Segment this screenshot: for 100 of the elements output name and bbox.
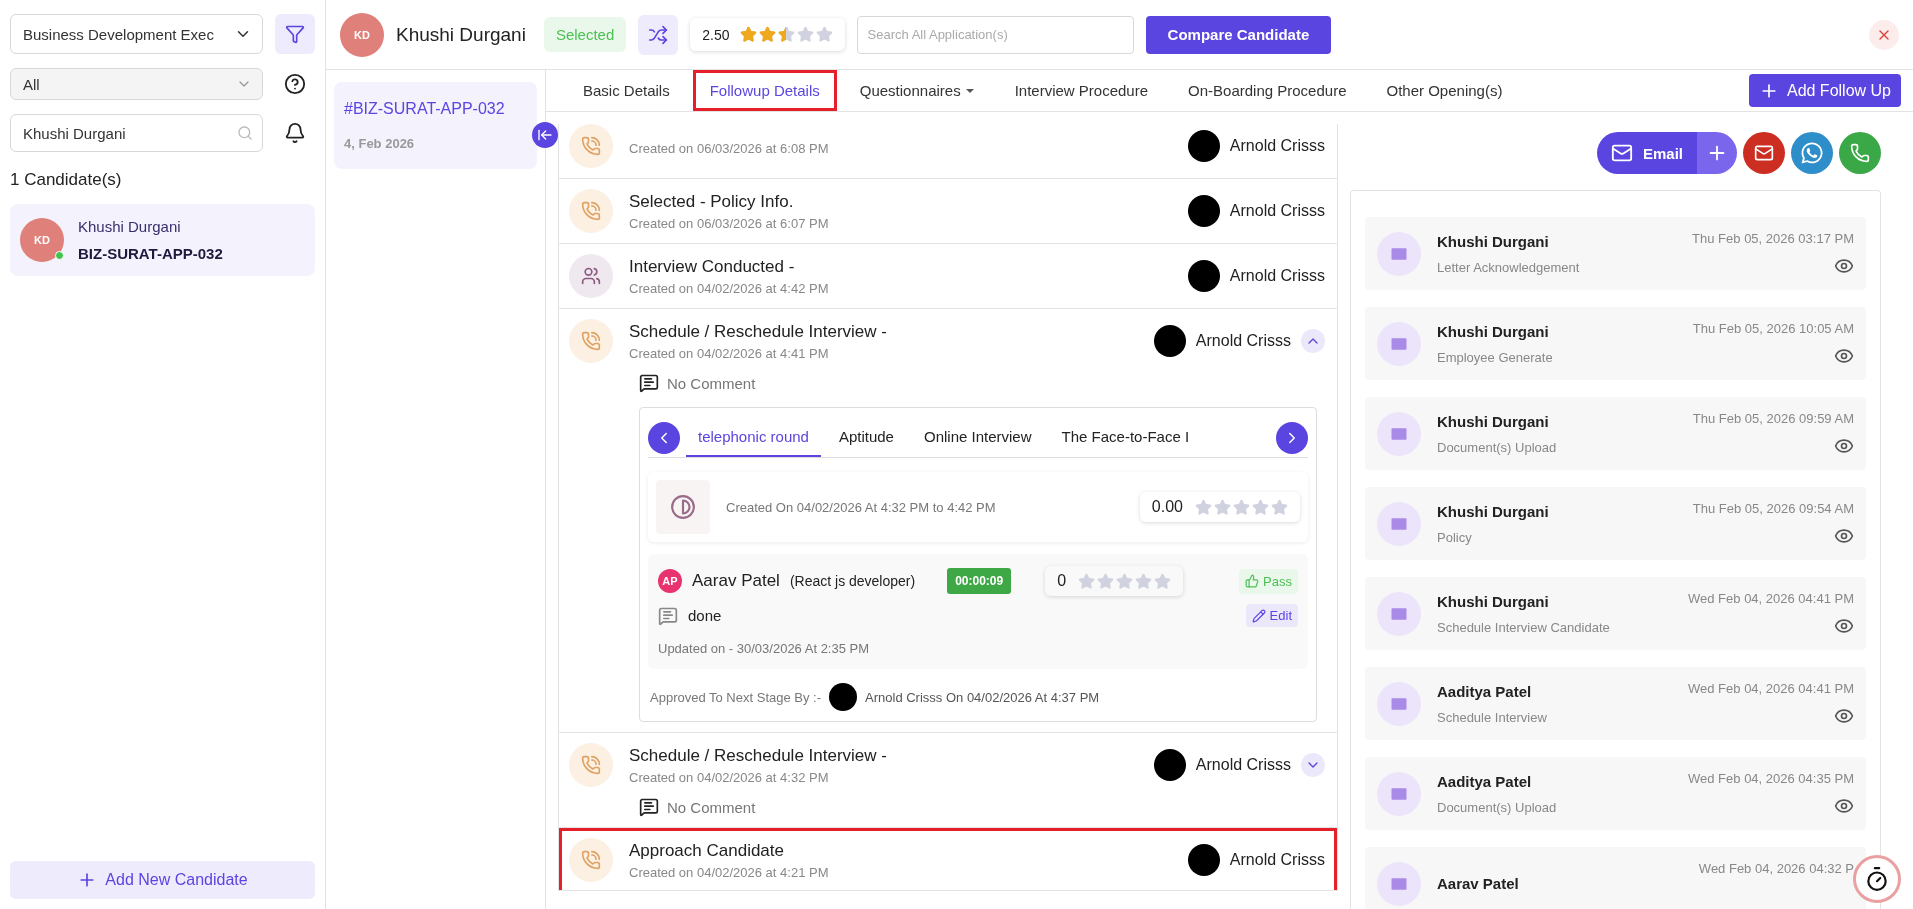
comment-icon	[639, 373, 659, 393]
status-select[interactable]: All	[10, 68, 263, 100]
candidate-name: Khushi Durgani	[78, 218, 182, 235]
email-card[interactable]: Aaditya Patel Document(s) Upload Wed Feb 04, 2026 04:35 PM	[1365, 757, 1866, 830]
search-field[interactable]: Khushi Durgani	[10, 114, 263, 152]
view-icon[interactable]	[1834, 256, 1854, 276]
updated-time: Updated on - 30/03/2026 At 2:35 PM	[658, 641, 870, 656]
application-search-field[interactable]: Search All Application(s)	[856, 15, 1134, 54]
view-icon[interactable]	[1834, 616, 1854, 636]
collapse-button[interactable]	[532, 122, 558, 148]
round-tab[interactable]: The Face-to-Face I	[1049, 418, 1202, 457]
view-icon[interactable]	[1834, 526, 1854, 546]
next-button[interactable]	[1276, 421, 1308, 454]
round-tab[interactable]: Online Interview	[911, 418, 1044, 457]
avatar-photo	[1187, 844, 1220, 876]
sender-name: Khushi Durgani	[1437, 502, 1549, 520]
email-card[interactable]: Aaditya Patel Schedule Interview Wed Feb 04, 2026 04:41 PM	[1365, 667, 1866, 740]
tab[interactable]: Other Opening(s)	[1369, 70, 1520, 111]
email-card[interactable]: Aarav Patel Wed Feb 04, 2026 04:32 P	[1365, 847, 1866, 909]
email-date: Wed Feb 04, 2026 04:32 P	[1698, 861, 1854, 876]
tab[interactable]: Questionnaires	[842, 70, 992, 111]
application-date: 4, Feb 2026	[344, 136, 416, 151]
shuffle-icon	[648, 24, 669, 45]
phone-call-icon	[569, 743, 613, 787]
view-icon[interactable]	[1834, 706, 1854, 726]
email-card[interactable]: Khushi Durgani Employee Generate Thu Feb 05, 2026 10:05 AM	[1365, 307, 1866, 380]
email-date: Thu Feb 05, 2026 09:59 AM	[1692, 411, 1854, 426]
author-name: Arnold Crisss	[1229, 202, 1325, 220]
email-card[interactable]: Khushi Durgani Policy Thu Feb 05, 2026 09:54 AM	[1365, 487, 1866, 560]
search-icon	[237, 125, 253, 141]
shuffle-button[interactable]	[638, 14, 679, 55]
star-icon	[1135, 572, 1153, 590]
email-subject: Document(s) Upload	[1437, 439, 1557, 455]
phone-call-icon	[569, 189, 613, 233]
email-card[interactable]: Khushi Durgani Schedule Interview Candidate Wed Feb 04, 2026 04:41 PM	[1365, 577, 1866, 650]
session-time: Created On 04/02/2026 At 4:32 PM to 4:42 PM	[726, 499, 996, 515]
sender-name: Khushi Durgani	[1437, 412, 1550, 430]
item-date: Created on 04/02/2026 at 4:42 PM	[629, 280, 829, 296]
item-date: Created on 04/02/2026 at 4:21 PM	[629, 864, 829, 880]
phone-button[interactable]	[1839, 132, 1881, 174]
round-tab[interactable]: Aptitude	[826, 418, 906, 457]
sender-name: Khushi Durgani	[1437, 322, 1550, 340]
status-badge: Selected	[543, 17, 627, 52]
item-date: Created on 06/03/2026 at 6:08 PM	[629, 140, 829, 156]
tab[interactable]: Basic Details	[566, 70, 687, 111]
item-date: Created on 04/02/2026 at 4:41 PM	[629, 345, 830, 361]
tab[interactable]: Followup Details	[692, 70, 837, 111]
rating-value: 0.00	[1151, 498, 1183, 516]
comment-icon	[658, 605, 678, 626]
star-icon	[1116, 572, 1134, 590]
email-subject: Schedule Interview Candidate	[1437, 619, 1610, 635]
author-name: Arnold Crisss	[1229, 851, 1325, 869]
phone-call-icon	[569, 319, 613, 363]
stopwatch-icon	[1864, 866, 1890, 892]
star-icon	[1195, 498, 1212, 516]
view-icon[interactable]	[1834, 436, 1854, 456]
candidate-count: 1 Candidate(s)	[10, 170, 123, 190]
email-date: Wed Feb 04, 2026 04:35 PM	[1688, 771, 1854, 786]
candidate-card[interactable]: KD Khushi Durgani BIZ-SURAT-APP-032	[10, 204, 315, 276]
phone-icon	[1850, 143, 1870, 163]
view-icon[interactable]	[1834, 346, 1854, 366]
position-select[interactable]: Business Development Exec	[10, 14, 263, 54]
email-card[interactable]: Khushi Durgani Letter Acknowledgement Thu Feb 05, 2026 03:17 PM	[1365, 217, 1866, 290]
email-button[interactable]: Email	[1596, 132, 1697, 174]
add-button[interactable]	[1697, 132, 1737, 174]
avatar-photo	[1153, 325, 1186, 357]
tab[interactable]: Interview Procedure	[997, 70, 1166, 111]
email-subject: Document(s) Upload	[1437, 799, 1557, 815]
email-date: Thu Feb 05, 2026 09:54 AM	[1692, 501, 1854, 516]
candidate-avatar: KD	[340, 12, 384, 57]
compare-candidate-button[interactable]: Compare Candidate	[1145, 15, 1332, 54]
author-name: Arnold Crisss	[1195, 756, 1291, 774]
sender-name: Aaditya Patel	[1437, 772, 1533, 790]
item-title: Approach Candidate	[629, 840, 785, 861]
approved-label: Approved To Next Stage By :-	[650, 689, 822, 705]
avatar-photo	[1187, 195, 1220, 227]
add-follow-up-button[interactable]: Add Follow Up	[1748, 74, 1901, 107]
application-card[interactable]: #BIZ-SURAT-APP-032 4, Feb 2026	[334, 82, 537, 169]
star-icon	[1214, 498, 1231, 516]
round-tab[interactable]: telephonic round	[686, 418, 821, 457]
email-card[interactable]: Khushi Durgani Document(s) Upload Thu Feb 05, 2026 09:59 AM	[1365, 397, 1866, 470]
tab[interactable]: On-Boarding Procedure	[1171, 70, 1364, 111]
view-icon[interactable]	[1834, 796, 1854, 816]
add-candidate-button[interactable]: Add New Candidate	[10, 861, 315, 899]
comment-text: done	[688, 607, 722, 624]
star-icon	[758, 26, 776, 43]
previous-button[interactable]	[648, 421, 680, 454]
candidate-avatar: KD	[20, 218, 64, 262]
edit-button[interactable]: Edit	[1245, 604, 1298, 627]
item-date: Created on 04/02/2026 at 4:32 PM	[629, 769, 830, 785]
star-icon	[777, 26, 795, 43]
arrow-left-icon	[537, 127, 553, 143]
phone-call-icon	[569, 124, 613, 168]
mail-button[interactable]	[1743, 132, 1785, 174]
filter-button[interactable]	[275, 14, 315, 54]
help-icon	[284, 73, 306, 95]
timer-button[interactable]	[1853, 855, 1901, 903]
bell-icon	[284, 122, 306, 144]
whatsapp-button[interactable]	[1791, 132, 1833, 174]
sender-name: Aarav Patel	[1437, 875, 1519, 892]
